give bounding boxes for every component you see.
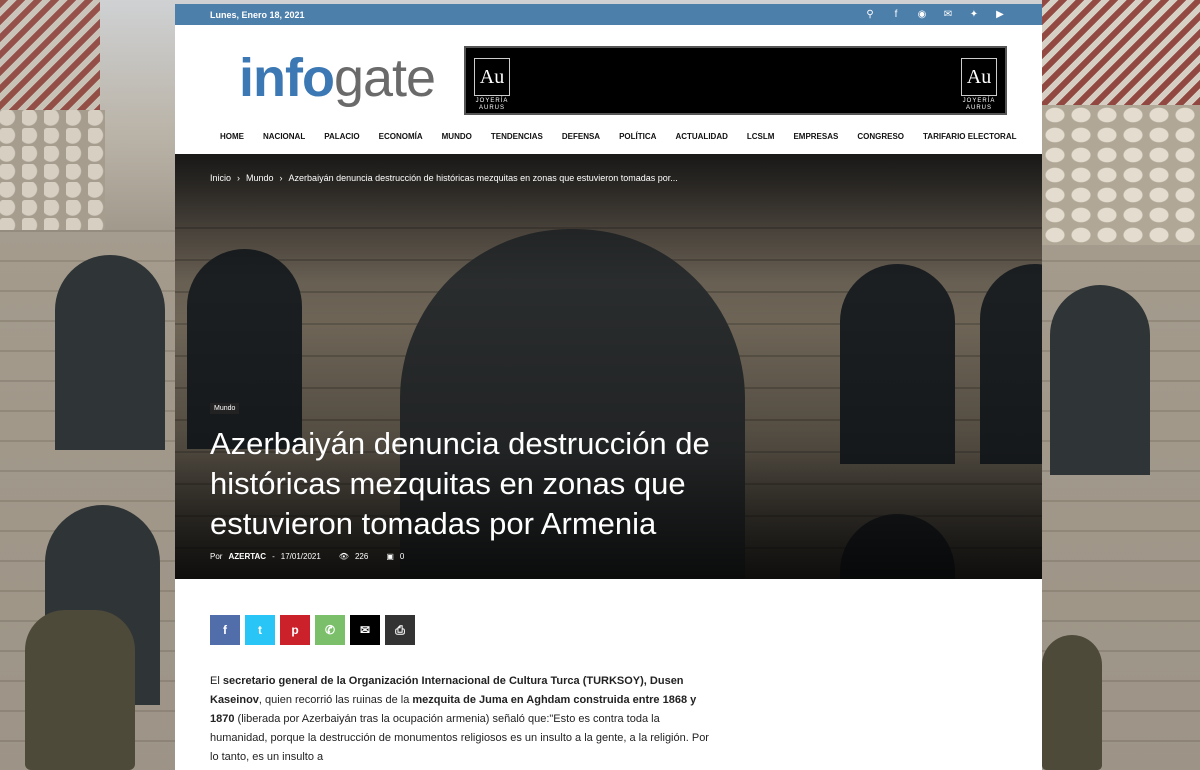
byline-prefix: Por [210, 552, 223, 561]
site-logo[interactable]: infogate [239, 48, 436, 108]
banner-caption-line: JOYERÍA [475, 98, 509, 104]
background-arch [1050, 285, 1150, 475]
page-column: Lunes, Enero 18, 2021 ⚲ f ◉ ✉ ✦ ▶ infoga… [175, 4, 1042, 770]
breadcrumb: Inicio › Mundo › Azerbaiyán denuncia des… [210, 173, 678, 183]
breadcrumb-separator: › [237, 173, 241, 183]
header: infogate Au JOYERÍA AURUS Au JOYERÍA AUR… [175, 25, 1042, 120]
main-nav: HOME NACIONAL PALACIO ECONOMÍA MUNDO TEN… [175, 120, 1042, 152]
nav-item-nacional[interactable]: NACIONAL [263, 132, 314, 141]
mail-icon[interactable]: ✉ [941, 9, 955, 20]
share-email-button[interactable]: ✉ [350, 615, 380, 645]
breadcrumb-home[interactable]: Inicio [210, 173, 231, 183]
nav-item-lcslm[interactable]: LCSLM [747, 132, 784, 141]
publish-date: 17/01/2021 [280, 552, 321, 561]
current-date: Lunes, Enero 18, 2021 [210, 9, 305, 20]
view-count: 226 [354, 552, 369, 561]
nav-item-palacio[interactable]: PALACIO [324, 132, 368, 141]
instagram-icon[interactable]: ◉ [915, 9, 929, 20]
top-bar: Lunes, Enero 18, 2021 ⚲ f ◉ ✉ ✦ ▶ [175, 4, 1042, 25]
social-icons: ⚲ f ◉ ✉ ✦ ▶ [863, 9, 1007, 20]
breadcrumb-section[interactable]: Mundo [246, 173, 274, 183]
banner-caption-left: JOYERÍA AURUS [470, 98, 514, 112]
author-link[interactable]: AZERTAC [228, 552, 266, 561]
banner-caption-line: AURUS [965, 105, 992, 111]
background-soldier [25, 610, 135, 770]
twitter-icon[interactable]: ✦ [967, 9, 981, 20]
category-tag[interactable]: Mundo [210, 403, 240, 414]
body-text: (liberada por Azerbaiyán tras la ocupaci… [210, 713, 709, 763]
share-pinterest-button[interactable]: p [280, 615, 310, 645]
background-soldier [1042, 635, 1102, 770]
banner-caption-right: JOYERÍA AURUS [957, 98, 1001, 112]
banner-mark-left: Au [474, 58, 510, 96]
comment-icon[interactable]: ▣ [386, 552, 394, 561]
youtube-icon[interactable]: ▶ [993, 9, 1007, 20]
share-whatsapp-button[interactable]: ✆ [315, 615, 345, 645]
nav-item-defensa[interactable]: DEFENSA [562, 132, 609, 141]
body-text: El [210, 675, 223, 687]
logo-part-gate: gate [333, 48, 436, 108]
article-title: Azerbaiyán denuncia destrucción de histó… [210, 426, 710, 541]
share-facebook-button[interactable]: f [210, 615, 240, 645]
ad-banner[interactable]: Au JOYERÍA AURUS Au JOYERÍA AURUS [464, 46, 1007, 115]
eye-icon: 👁 [338, 552, 349, 561]
banner-caption-line: JOYERÍA [962, 98, 996, 104]
breadcrumb-separator: › [279, 173, 283, 183]
nav-item-home[interactable]: HOME [220, 132, 253, 141]
nav-item-congreso[interactable]: CONGRESO [857, 132, 913, 141]
search-icon[interactable]: ⚲ [863, 9, 877, 20]
nav-item-economia[interactable]: ECONOMÍA [379, 132, 432, 141]
nav-item-tendencias[interactable]: TENDENCIAS [491, 132, 552, 141]
breadcrumb-current: Azerbaiyán denuncia destrucción de histó… [288, 173, 678, 183]
share-buttons: f t p ✆ ✉ ⎙ [210, 615, 415, 645]
share-print-button[interactable]: ⎙ [385, 615, 415, 645]
nav-item-actualidad[interactable]: ACTUALIDAD [675, 132, 736, 141]
nav-item-tarifario[interactable]: TARIFARIO ELECTORAL [923, 132, 1025, 141]
logo-part-info: info [239, 48, 335, 108]
background-minaret-left-base [0, 110, 105, 230]
comment-count[interactable]: 0 [400, 552, 404, 561]
nav-item-mundo[interactable]: MUNDO [442, 132, 481, 141]
background-minaret-right-base [1042, 105, 1200, 245]
facebook-icon[interactable]: f [889, 9, 903, 20]
banner-caption-line: AURUS [478, 105, 505, 111]
banner-mark-right: Au [961, 58, 997, 96]
nav-item-politica[interactable]: POLÍTICA [619, 132, 665, 141]
article-meta: Por AZERTAC - 17/01/2021 👁 226 ▣ 0 [210, 552, 404, 561]
article-body: El secretario general de la Organización… [210, 672, 715, 767]
share-twitter-button[interactable]: t [245, 615, 275, 645]
meta-dash: - [272, 552, 275, 561]
body-text: , quien recorrió las ruinas de la [258, 694, 413, 706]
background-arch [55, 255, 165, 450]
nav-item-empresas[interactable]: EMPRESAS [793, 132, 847, 141]
featured-image: Inicio › Mundo › Azerbaiyán denuncia des… [175, 154, 1042, 579]
